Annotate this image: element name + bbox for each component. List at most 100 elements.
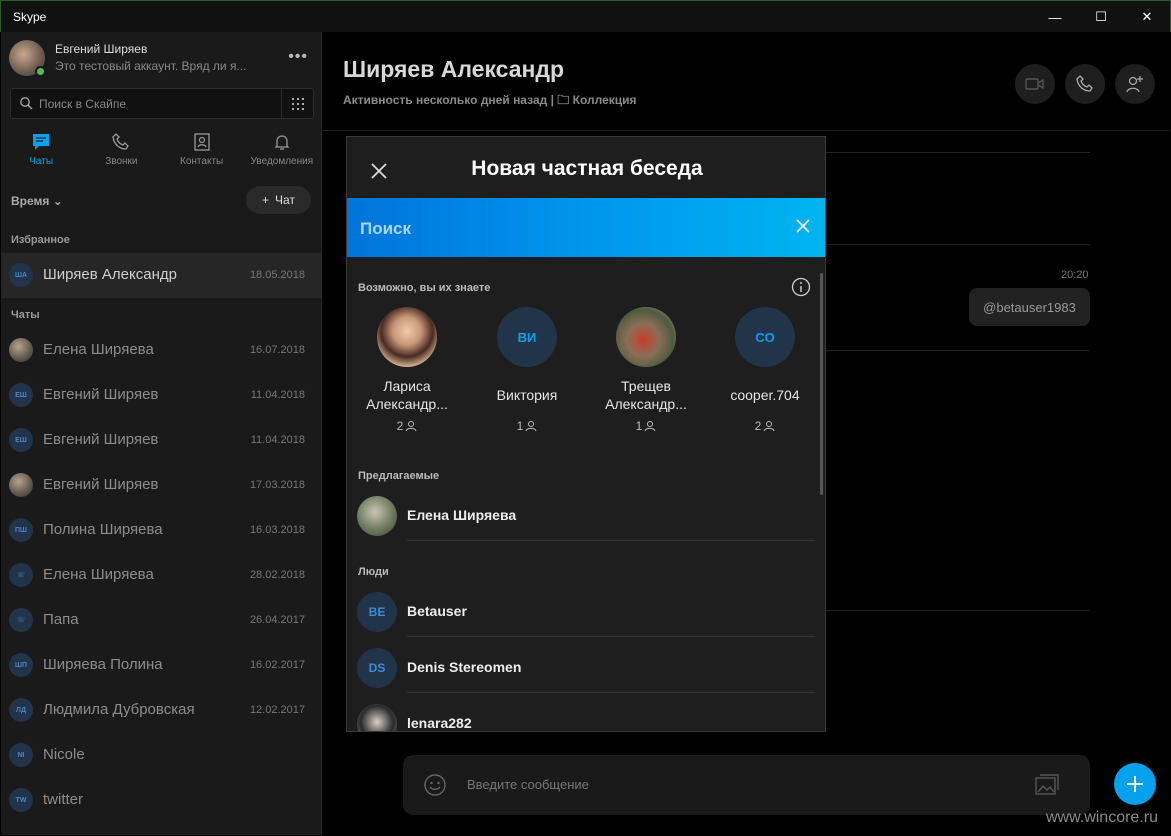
search-icon [20,97,33,110]
dialpad-button[interactable] [281,89,313,118]
presence-online-icon [35,66,46,77]
chat-list-item[interactable]: NI Nicole [1,733,321,778]
watermark: www.wincore.ru [1045,809,1158,826]
plus-icon: + [262,193,270,207]
chat-list-item[interactable]: ША Ширяев Александр 18.05.2018 [1,253,321,298]
suggested-contact-name: cooper.704 [730,387,800,403]
chat-date: 18.05.2018 [249,269,305,281]
new-chat-button[interactable]: + Чат [246,186,311,214]
avatar [616,307,676,367]
contact-row[interactable]: Елена Ширяева [357,494,815,541]
chat-icon [33,134,50,150]
date-divider [823,350,1090,351]
profile-status: Это тестовый аккаунт. Вряд ли я... [55,59,247,73]
avatar: BE [357,592,397,632]
tab-calls[interactable]: Звонки [81,128,161,176]
dialog-search-input[interactable]: Поиск [347,198,825,257]
app-title: Skype [13,9,47,24]
chat-list-item[interactable]: ПШ Полина Ширяева 16.03.2018 [1,508,321,553]
info-icon[interactable] [791,277,811,297]
chat-list-item[interactable]: TW twitter [1,778,321,823]
chat-name: Полина Ширяева [43,521,163,538]
phone-contact-icon: ☏ [9,608,33,632]
chat-date: 17.03.2018 [249,479,305,491]
phone-icon [1076,75,1093,92]
contact-name: Betauser [407,603,467,619]
favorites-header: Избранное [11,234,70,246]
person-icon [525,421,537,432]
message-bubble[interactable]: @betauser1983 [969,288,1090,326]
dialog-scrollbar[interactable] [820,273,823,495]
more-options-button[interactable]: ••• [288,48,308,66]
chats-header: Чаты [11,309,40,321]
maximize-button[interactable]: ☐ [1078,1,1124,33]
collection-link[interactable]: Коллекция [573,93,637,107]
mutual-contacts-count: 1 [596,419,696,433]
avatar: ЕШ [9,383,33,407]
chat-list-item[interactable]: ЛД Людмила Дубровская 12.02.2017 [1,688,321,733]
subtitle-separator: | [550,93,554,107]
chat-name: Евгений Ширяев [43,476,159,493]
tab-contacts[interactable]: Контакты [162,128,242,176]
contact-row[interactable]: lenara282 [357,702,815,731]
chat-list-item[interactable]: ЕШ Евгений Ширяев 11.04.2018 [1,418,321,463]
avatar: ШП [9,653,33,677]
tab-chats[interactable]: Чаты [1,128,81,176]
message-composer[interactable]: Введите сообщение [403,755,1090,815]
suggested-contact-name: Виктория [496,387,558,403]
emoji-icon[interactable] [423,773,447,797]
minimize-button[interactable]: — [1032,1,1078,33]
avatar: ЛД [9,698,33,722]
contact-row[interactable]: BE Betauser [357,590,815,637]
chat-name: Папа [43,611,79,628]
chat-name: Ширяев Александр [43,266,177,283]
add-person-icon [1126,76,1143,93]
new-private-chat-dialog: Новая частная беседа Поиск Возможно, вы … [346,136,826,732]
person-icon [405,421,417,432]
chat-list-item[interactable]: ШП Ширяева Полина 16.02.2017 [1,643,321,688]
tab-contacts-label: Контакты [180,156,224,167]
mutual-contacts-count: 1 [477,419,577,433]
profile-header[interactable]: Евгений Ширяев Это тестовый аккаунт. Вря… [9,40,314,80]
suggested-contact-card[interactable]: ВИ Виктория 1 [477,307,577,433]
tab-notifications-label: Уведомления [250,156,314,167]
avatar: ША [9,263,33,287]
chat-list-item[interactable]: ☏ Елена Ширяева 28.02.2018 [1,553,321,598]
add-content-button[interactable] [1114,763,1156,805]
dialog-title: Новая частная беседа [471,157,703,180]
video-call-button[interactable] [1015,64,1055,104]
search-input[interactable]: Поиск в Скайпе [10,88,314,119]
chat-list-item[interactable]: ☏ Папа 26.04.2017 [1,598,321,643]
suggested-contact-name: Трещев Александр... [605,378,687,412]
chat-name: Людмила Дубровская [43,701,195,718]
mutual-count-value: 2 [754,419,762,433]
audio-call-button[interactable] [1065,64,1105,104]
conversation-title[interactable]: Ширяев Александр [343,56,564,83]
contact-name: Denis Stereomen [407,659,522,675]
suggested-contact-card[interactable]: Лариса Александр... 2 [357,307,457,433]
suggested-contact-card[interactable]: CO cooper.704 2 [715,307,815,433]
chat-list-item[interactable]: ЕШ Евгений Ширяев 11.04.2018 [1,373,321,418]
plus-icon [1127,776,1143,792]
tab-notifications[interactable]: Уведомления [242,128,321,176]
chat-date: 11.04.2018 [250,434,305,446]
close-window-button[interactable]: ✕ [1124,1,1170,33]
sort-dropdown[interactable]: Время ⌄ [11,194,63,208]
suggested-contact-card[interactable]: Трещев Александр... 1 [596,307,696,433]
add-participant-button[interactable] [1115,64,1155,104]
date-divider [823,244,1090,245]
chat-name: Ширяева Полина [43,656,163,673]
contact-row[interactable]: DS Denis Stereomen [357,646,815,693]
chat-name: Елена Ширяева [43,566,154,583]
maybe-know-header: Возможно, вы их знаете [358,282,491,294]
media-gallery-icon[interactable] [1034,773,1060,797]
chat-list-item[interactable]: Елена Ширяева 16.07.2018 [1,328,321,373]
mutual-contacts-count: 2 [357,419,457,433]
contact-name: Елена Ширяева [407,507,517,523]
message-input-placeholder: Введите сообщение [467,777,589,792]
chat-date: 26.04.2017 [249,614,305,626]
chat-list-item[interactable]: Евгений Ширяев 17.03.2018 [1,463,321,508]
avatar: CO [735,307,795,367]
new-chat-label: Чат [275,193,295,207]
clear-search-icon[interactable] [795,218,811,234]
